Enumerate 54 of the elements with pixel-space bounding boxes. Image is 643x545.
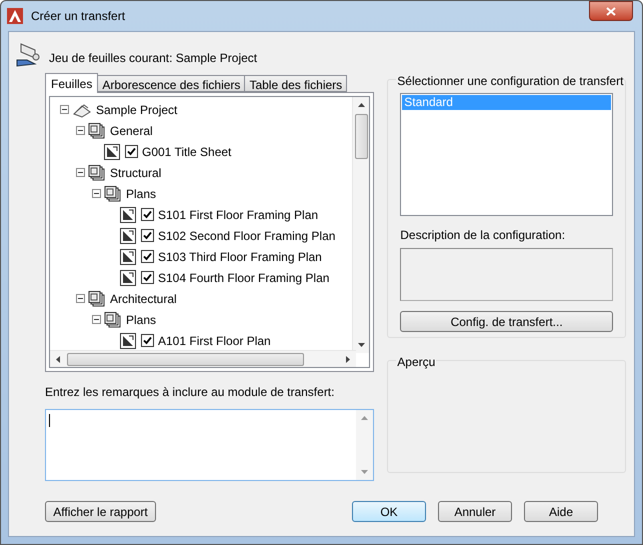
tab[interactable]: Arborescence des fichiers	[98, 75, 246, 92]
tab[interactable]: Feuilles	[45, 73, 98, 93]
tree-item[interactable]: G001 Title Sheet	[142, 142, 232, 160]
tree-item[interactable]: Architectural	[110, 290, 177, 308]
checkbox[interactable]	[141, 271, 154, 284]
tree-item[interactable]: S103 Third Floor Framing Plan	[158, 248, 322, 266]
description-label: Description de la configuration:	[400, 227, 566, 244]
close-icon	[606, 6, 616, 16]
sheet-icon	[120, 270, 136, 286]
tree-item[interactable]: S104 Fourth Floor Framing Plan	[158, 268, 330, 286]
collapse-icon[interactable]	[60, 105, 69, 114]
tab[interactable]: Table des fichiers	[245, 75, 348, 92]
close-button[interactable]	[589, 1, 633, 21]
tree-item[interactable]: Plans	[126, 310, 156, 328]
ok-button[interactable]: OK	[352, 501, 426, 522]
sheet-icon	[104, 144, 120, 160]
sheet-stack-icon	[88, 164, 106, 180]
collapse-icon[interactable]	[76, 294, 85, 303]
tree-item[interactable]: Sample Project	[96, 100, 178, 118]
collapse-icon[interactable]	[76, 126, 85, 135]
tree-item[interactable]: Structural	[110, 164, 162, 182]
tree-item[interactable]: S101 First Floor Framing Plan	[158, 206, 318, 224]
collapse-icon[interactable]	[92, 189, 101, 198]
checkbox[interactable]	[125, 145, 138, 158]
current-sheet-set-label: Jeu de feuilles courant: Sample Project	[49, 50, 258, 67]
help-button[interactable]: Aide	[524, 501, 598, 522]
tree-item[interactable]: S102 Second Floor Framing Plan	[158, 226, 336, 244]
window-title: Créer un transfert	[31, 8, 126, 25]
app-logo-icon	[7, 8, 23, 24]
sheet-stack-icon	[104, 312, 122, 328]
scroll-thumb[interactable]	[67, 352, 304, 366]
tree-item[interactable]: A101 First Floor Plan	[158, 332, 271, 350]
checkbox[interactable]	[141, 229, 154, 242]
sheet-set-icon	[72, 102, 92, 118]
checkbox[interactable]	[141, 334, 154, 347]
config-button[interactable]: Config. de transfert...	[400, 311, 613, 332]
scroll-thumb[interactable]	[354, 114, 368, 159]
collapse-icon[interactable]	[76, 168, 85, 177]
notes-label: Entrez les remarques à inclure au module de transfert:	[45, 384, 336, 401]
sheet-set-icon	[15, 42, 41, 68]
report-button[interactable]: Afficher le rapport	[45, 501, 156, 522]
checkbox[interactable]	[141, 250, 154, 263]
sheet-icon	[120, 228, 136, 244]
collapse-icon[interactable]	[92, 315, 101, 324]
sheet-stack-icon	[88, 122, 106, 138]
tree-item[interactable]: General	[110, 122, 153, 140]
tree-item[interactable]: Plans	[126, 184, 156, 202]
text-cursor	[49, 414, 50, 427]
sheet-icon	[120, 248, 136, 264]
sheet-stack-icon	[88, 290, 106, 306]
sheet-stack-icon	[104, 186, 122, 202]
checkbox[interactable]	[141, 208, 154, 221]
cancel-button[interactable]: Annuler	[438, 501, 512, 522]
sheet-icon	[120, 206, 136, 222]
